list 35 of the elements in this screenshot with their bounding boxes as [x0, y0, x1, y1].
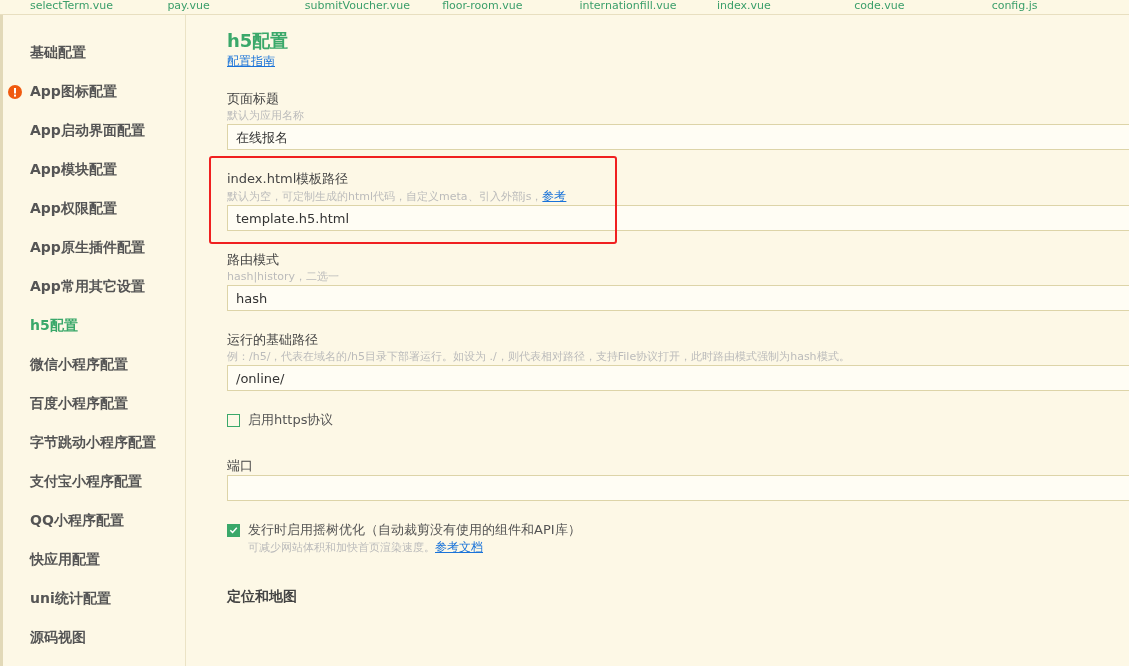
sidebar-item[interactable]: 支付宝小程序配置	[30, 472, 142, 491]
checkbox[interactable]	[227, 523, 240, 537]
field-label: 端口	[227, 457, 254, 475]
sidebar-item[interactable]: uni统计配置	[30, 589, 111, 608]
checkbox-label: 启用https协议	[248, 411, 334, 429]
sidebar-item[interactable]: App模块配置	[30, 160, 117, 179]
sidebar-item[interactable]: App权限配置	[30, 199, 117, 218]
sidebar-item[interactable]: App图标配置	[30, 82, 117, 101]
sidebar-item[interactable]: 百度小程序配置	[30, 394, 128, 413]
page-title: h5配置	[227, 29, 289, 53]
reference-link[interactable]: 参考文档	[435, 540, 483, 554]
input-field[interactable]: template.h5.html	[227, 205, 1129, 231]
sidebar-item[interactable]: 快应用配置	[30, 550, 100, 569]
field-label: 路由模式	[227, 251, 280, 269]
sidebar-item[interactable]: 源码视图	[30, 628, 86, 647]
field-label: 页面标题	[227, 90, 280, 108]
input-field[interactable]: /online/	[227, 365, 1129, 391]
sidebar-item[interactable]: QQ小程序配置	[30, 511, 124, 530]
field-label: index.html模板路径	[227, 170, 350, 188]
sidebar-item[interactable]: 微信小程序配置	[30, 355, 128, 374]
input-field[interactable]: hash	[227, 285, 1129, 311]
section-heading: 定位和地图	[227, 588, 297, 606]
sidebar-item[interactable]: App常用其它设置	[30, 277, 145, 296]
sidebar-item[interactable]: 基础配置	[30, 43, 86, 62]
field-label: 运行的基础路径	[227, 331, 319, 349]
reference-link[interactable]: 参考	[542, 189, 567, 203]
sidebar-item[interactable]: 字节跳动小程序配置	[30, 433, 156, 452]
input-field[interactable]	[227, 475, 1129, 501]
field-hint: 默认为应用名称	[227, 109, 304, 122]
checkbox-label: 发行时启用摇树优化（自动裁剪没有使用的组件和API库）	[248, 521, 581, 539]
sidebar-item[interactable]: App原生插件配置	[30, 238, 145, 257]
checkbox[interactable]	[227, 413, 240, 427]
input-field[interactable]: 在线报名	[227, 124, 1129, 150]
guide-link[interactable]: 配置指南	[227, 53, 275, 70]
sidebar-item[interactable]: App启动界面配置	[30, 121, 145, 140]
